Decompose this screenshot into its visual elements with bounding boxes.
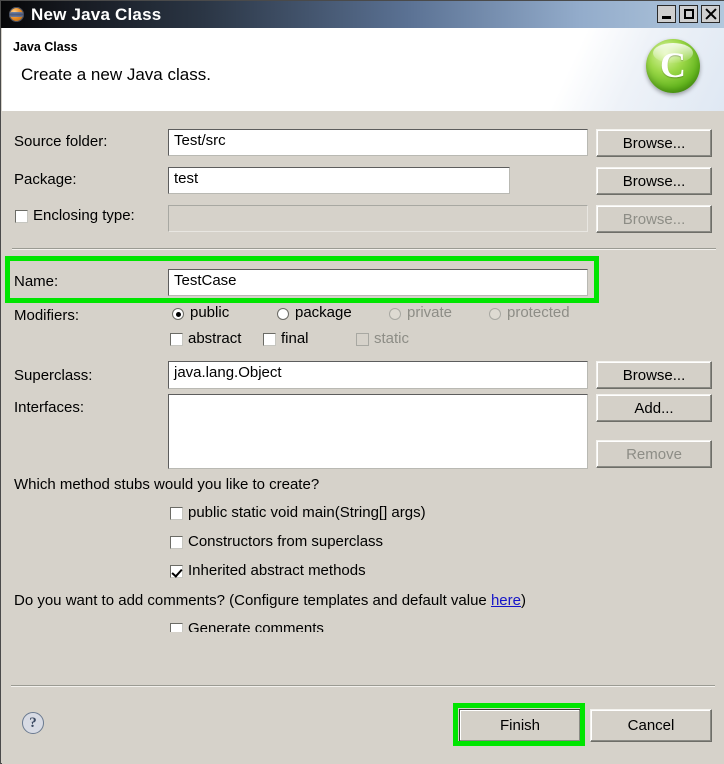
modifier-label-protected: protected <box>507 304 570 321</box>
enclosing-type-input <box>168 205 588 232</box>
minimize-button[interactable] <box>657 5 676 23</box>
superclass-label: Superclass: <box>14 367 93 384</box>
method-stubs-question: Which method stubs would you like to cre… <box>14 476 320 493</box>
modifier-label-static: static <box>374 330 410 347</box>
close-button[interactable] <box>701 5 720 23</box>
superclass-browse-button[interactable]: Browse... <box>596 361 712 389</box>
stub-label-main: public static void main(String[] args) <box>188 504 426 521</box>
source-folder-browse-button[interactable]: Browse... <box>596 129 712 157</box>
divider-top <box>12 248 716 250</box>
banner-title: Java Class <box>13 40 78 54</box>
stub-checkbox-constructors[interactable] <box>170 536 183 549</box>
superclass-input[interactable]: java.lang.Object <box>168 361 588 389</box>
comments-question: Do you want to add comments? (Configure … <box>14 592 526 609</box>
modifier-checkbox-static <box>356 333 369 346</box>
modifier-checkbox-abstract[interactable] <box>170 333 183 346</box>
title-bar: New Java Class <box>1 1 724 28</box>
modifier-label-package: package <box>295 304 352 321</box>
name-label: Name: <box>14 273 59 290</box>
modifier-label-private: private <box>407 304 453 321</box>
interfaces-remove-button: Remove <box>596 440 712 468</box>
stub-label-inherited: Inherited abstract methods <box>188 562 366 579</box>
modifier-radio-public[interactable] <box>172 308 184 320</box>
modifier-radio-private <box>389 308 401 320</box>
comments-question-prefix: Do you want to add comments? (Configure … <box>14 592 491 609</box>
new-java-class-dialog: New Java Class Java Class Create a new J… <box>0 0 724 764</box>
enclosing-type-browse-button: Browse... <box>596 205 712 233</box>
finish-button[interactable]: Finish <box>459 709 581 742</box>
source-folder-input[interactable]: Test/src <box>168 129 588 156</box>
modifier-checkbox-final[interactable] <box>263 333 276 346</box>
stub-checkbox-main[interactable] <box>170 507 183 520</box>
modifier-radio-protected <box>489 308 501 320</box>
enclosing-type-label: Enclosing type: <box>33 207 135 224</box>
modifiers-label: Modifiers: <box>14 307 80 324</box>
name-input[interactable]: TestCase <box>168 269 588 296</box>
package-browse-button[interactable]: Browse... <box>596 167 712 195</box>
package-label: Package: <box>14 171 77 188</box>
stub-label-constructors: Constructors from superclass <box>188 533 384 550</box>
dialog-body: Source folder: Test/src Browse... Packag… <box>2 111 724 692</box>
modifier-label-abstract: abstract <box>188 330 242 347</box>
banner-subtitle: Create a new Java class. <box>21 65 211 84</box>
enclosing-type-checkbox[interactable] <box>15 210 28 223</box>
comments-question-suffix: ) <box>520 592 526 609</box>
package-input[interactable]: test <box>168 167 510 194</box>
interfaces-listbox[interactable] <box>168 394 588 469</box>
remove-button-clip <box>592 471 722 485</box>
wizard-banner: Java Class Create a new Java class. C <box>2 28 724 112</box>
eclipse-icon <box>9 7 24 22</box>
help-icon[interactable]: ? <box>22 712 44 734</box>
stub-checkbox-inherited[interactable] <box>170 565 183 578</box>
dialog-footer: ? Finish Cancel <box>2 687 724 764</box>
source-folder-label: Source folder: <box>14 133 108 150</box>
icon-letter: C <box>660 45 686 85</box>
cancel-button[interactable]: Cancel <box>590 709 712 742</box>
configure-templates-link[interactable]: here <box>491 592 521 609</box>
maximize-button[interactable] <box>679 5 698 23</box>
interfaces-label: Interfaces: <box>14 399 85 416</box>
modifier-label-public: public <box>190 304 230 321</box>
comments-row-clip <box>2 632 724 692</box>
interfaces-add-button[interactable]: Add... <box>596 394 712 422</box>
window-title: New Java Class <box>31 5 162 24</box>
modifier-radio-package[interactable] <box>277 308 289 320</box>
modifier-label-final: final <box>281 330 309 347</box>
java-class-banner-icon: C <box>646 39 700 93</box>
window-controls <box>657 5 720 23</box>
